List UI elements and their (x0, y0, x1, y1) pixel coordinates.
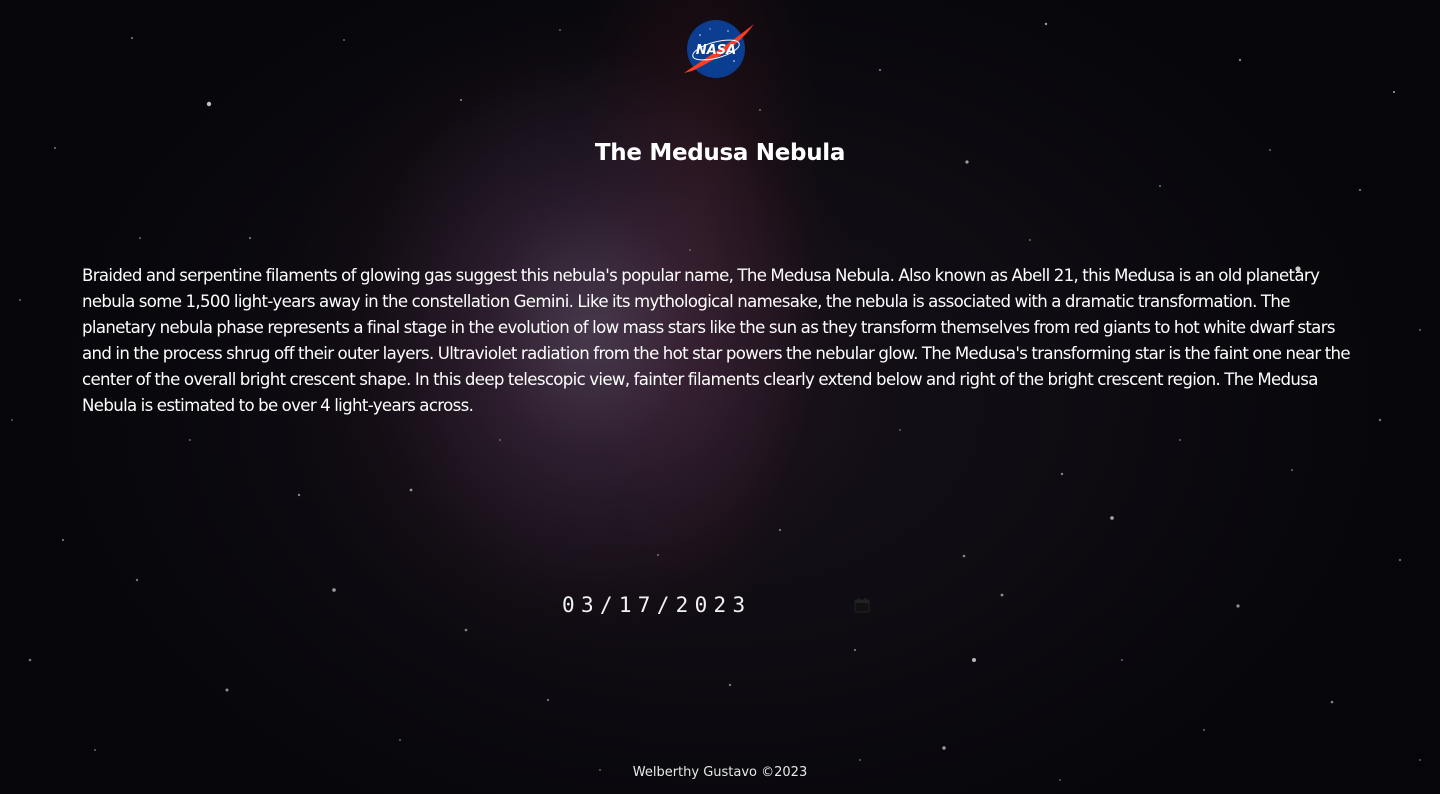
nasa-logo: NASA (682, 19, 758, 79)
nasa-logo-wordmark: NASA (696, 43, 736, 58)
apod-explanation: Braided and serpentine filaments of glow… (82, 266, 1351, 415)
date-input-value[interactable]: 03/17/2023 (562, 593, 842, 617)
footer-credit: Welberthy Gustavo ©2023 (632, 765, 808, 780)
date-input[interactable]: 03/17/2023 (562, 590, 882, 620)
calendar-icon[interactable] (854, 597, 870, 613)
page-title: The Medusa Nebula (594, 140, 846, 166)
